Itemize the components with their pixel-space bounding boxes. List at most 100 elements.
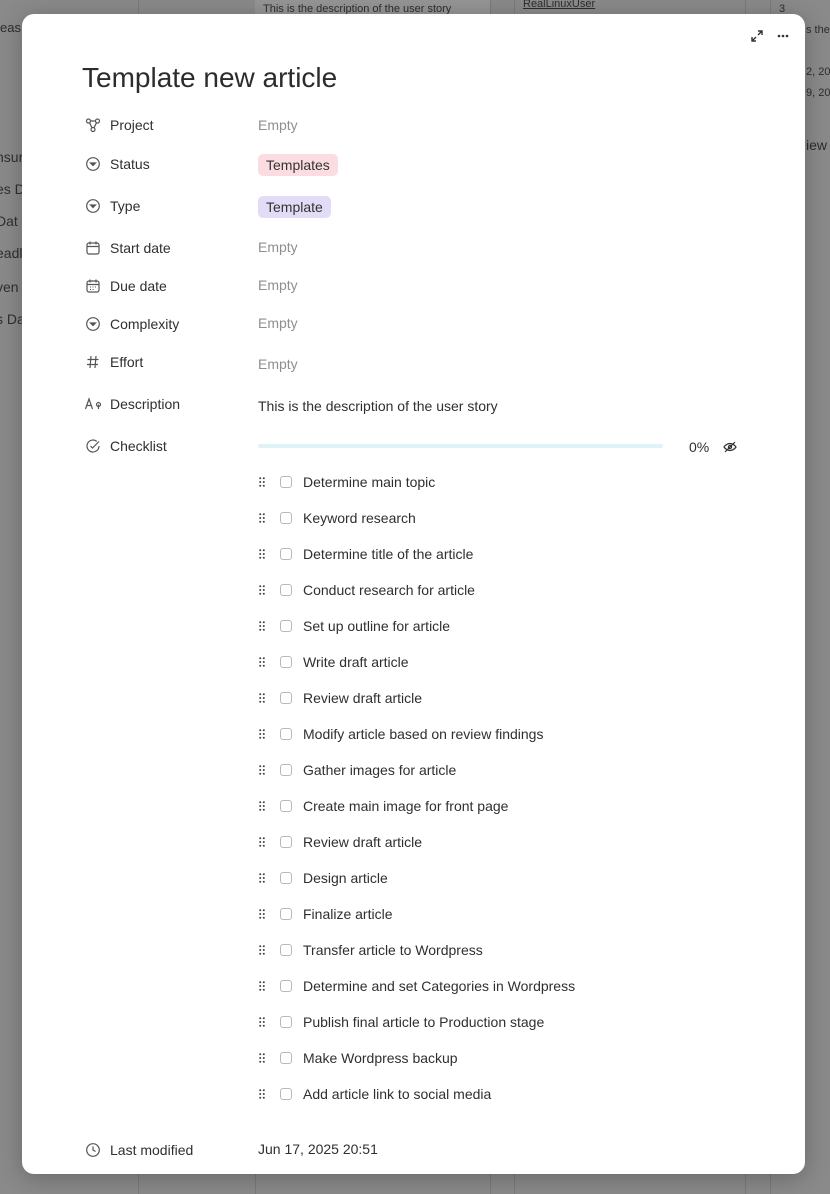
property-effort: Effort	[84, 353, 143, 371]
type-value[interactable]: Template	[258, 196, 331, 218]
drag-handle-icon[interactable]	[258, 585, 266, 595]
checklist-item-label[interactable]: Finalize article	[303, 906, 392, 922]
checklist-checkbox[interactable]	[280, 656, 292, 668]
drag-handle-icon[interactable]	[258, 801, 266, 811]
property-last-modified: Last modified	[84, 1141, 193, 1159]
checklist-item[interactable]: Determine and set Categories in Wordpres…	[258, 976, 575, 996]
bg-user-link[interactable]: RealLinuxUser	[523, 0, 595, 10]
hide-completed-icon[interactable]	[722, 439, 738, 455]
checklist-item[interactable]: Review draft article	[258, 832, 422, 852]
checklist-item[interactable]: Add article link to social media	[258, 1084, 491, 1104]
checklist-checkbox[interactable]	[280, 1016, 292, 1028]
checklist-item-label[interactable]: Create main image for front page	[303, 798, 508, 814]
checklist-item-label[interactable]: Add article link to social media	[303, 1086, 491, 1102]
checklist-checkbox[interactable]	[280, 584, 292, 596]
checklist-item-label[interactable]: Modify article based on review findings	[303, 726, 543, 742]
checklist-item-label[interactable]: Publish final article to Production stag…	[303, 1014, 544, 1030]
record-title[interactable]: Template new article	[82, 62, 337, 94]
checklist-item[interactable]: Publish final article to Production stag…	[258, 1012, 544, 1032]
drag-handle-icon[interactable]	[258, 1017, 266, 1027]
status-tag[interactable]: Templates	[258, 154, 338, 176]
description-value[interactable]: This is the description of the user stor…	[258, 398, 498, 414]
checklist-checkbox[interactable]	[280, 872, 292, 884]
checklist-checkbox[interactable]	[280, 908, 292, 920]
drag-handle-icon[interactable]	[258, 657, 266, 667]
checklist-item-label[interactable]: Determine and set Categories in Wordpres…	[303, 978, 575, 994]
checklist-item[interactable]: Set up outline for article	[258, 616, 450, 636]
checklist-checkbox[interactable]	[280, 836, 292, 848]
checklist-item[interactable]: Keyword research	[258, 508, 416, 528]
checklist-checkbox[interactable]	[280, 476, 292, 488]
checklist-checkbox[interactable]	[280, 728, 292, 740]
drag-handle-icon[interactable]	[258, 513, 266, 523]
checklist-item-label[interactable]: Set up outline for article	[303, 618, 450, 634]
checklist-item[interactable]: Transfer article to Wordpress	[258, 940, 483, 960]
checklist-item[interactable]: Modify article based on review findings	[258, 724, 543, 744]
drag-handle-icon[interactable]	[258, 945, 266, 955]
drag-handle-icon[interactable]	[258, 873, 266, 883]
drag-handle-icon[interactable]	[258, 1053, 266, 1063]
drag-handle-icon[interactable]	[258, 621, 266, 631]
checklist-item[interactable]: Make Wordpress backup	[258, 1048, 458, 1068]
checklist-item[interactable]: Finalize article	[258, 904, 392, 924]
checklist-checkbox[interactable]	[280, 944, 292, 956]
checklist-checkbox[interactable]	[280, 548, 292, 560]
checklist-item-label[interactable]: Make Wordpress backup	[303, 1050, 458, 1066]
checklist-item-label[interactable]: Determine main topic	[303, 474, 435, 490]
modal-actions	[749, 28, 791, 44]
checklist-checkbox[interactable]	[280, 980, 292, 992]
checklist-item-label[interactable]: Review draft article	[303, 834, 422, 850]
checklist-item[interactable]: Gather images for article	[258, 760, 456, 780]
checklist-item[interactable]: Create main image for front page	[258, 796, 508, 816]
checklist-item[interactable]: Determine main topic	[258, 472, 435, 492]
clock-icon	[84, 1141, 102, 1159]
checklist-item[interactable]: Determine title of the article	[258, 544, 473, 564]
checklist-checkbox[interactable]	[280, 620, 292, 632]
checklist-item[interactable]: Conduct research for article	[258, 580, 475, 600]
property-status: Status	[84, 155, 150, 173]
property-label: Description	[110, 396, 181, 412]
checklist-checkbox[interactable]	[280, 764, 292, 776]
checklist-checkbox[interactable]	[280, 1052, 292, 1064]
checklist-item-label[interactable]: Conduct research for article	[303, 582, 475, 598]
drag-handle-icon[interactable]	[258, 981, 266, 991]
drag-handle-icon[interactable]	[258, 765, 266, 775]
calendar-icon	[84, 239, 102, 257]
checklist-checkbox[interactable]	[280, 1088, 292, 1100]
complexity-value[interactable]: Empty	[258, 315, 298, 331]
property-type: Type	[84, 197, 140, 215]
more-options-icon[interactable]	[775, 28, 791, 44]
checklist-checkbox[interactable]	[280, 512, 292, 524]
property-label: Project	[110, 117, 154, 133]
drag-handle-icon[interactable]	[258, 837, 266, 847]
status-value[interactable]: Templates	[258, 154, 338, 176]
checklist-item-label[interactable]: Gather images for article	[303, 762, 456, 778]
drag-handle-icon[interactable]	[258, 549, 266, 559]
expand-icon[interactable]	[749, 28, 765, 44]
checklist-item[interactable]: Write draft article	[258, 652, 409, 672]
drag-handle-icon[interactable]	[258, 729, 266, 739]
checklist-item-label[interactable]: Keyword research	[303, 510, 416, 526]
project-value[interactable]: Empty	[258, 117, 298, 133]
checklist-item-label[interactable]: Transfer article to Wordpress	[303, 942, 483, 958]
bg-left-label: eas	[0, 20, 21, 35]
checklist-checkbox[interactable]	[280, 800, 292, 812]
checklist-item-label[interactable]: Review draft article	[303, 690, 422, 706]
due-date-value[interactable]: Empty	[258, 277, 298, 293]
checklist-item-label[interactable]: Determine title of the article	[303, 546, 473, 562]
drag-handle-icon[interactable]	[258, 1089, 266, 1099]
drag-handle-icon[interactable]	[258, 909, 266, 919]
start-date-value[interactable]: Empty	[258, 239, 298, 255]
record-modal: Template new article Project Empty Statu…	[22, 14, 805, 1174]
checklist-item-label[interactable]: Design article	[303, 870, 388, 886]
checklist-checkbox[interactable]	[280, 692, 292, 704]
checklist-item-label[interactable]: Write draft article	[303, 654, 409, 670]
bg-view-label: iew	[806, 137, 828, 153]
drag-handle-icon[interactable]	[258, 693, 266, 703]
checklist-item[interactable]: Design article	[258, 868, 388, 888]
checklist-item[interactable]: Review draft article	[258, 688, 422, 708]
check-circle-icon	[84, 437, 102, 455]
drag-handle-icon[interactable]	[258, 477, 266, 487]
type-tag[interactable]: Template	[258, 196, 331, 218]
effort-value[interactable]: Empty	[258, 356, 298, 372]
